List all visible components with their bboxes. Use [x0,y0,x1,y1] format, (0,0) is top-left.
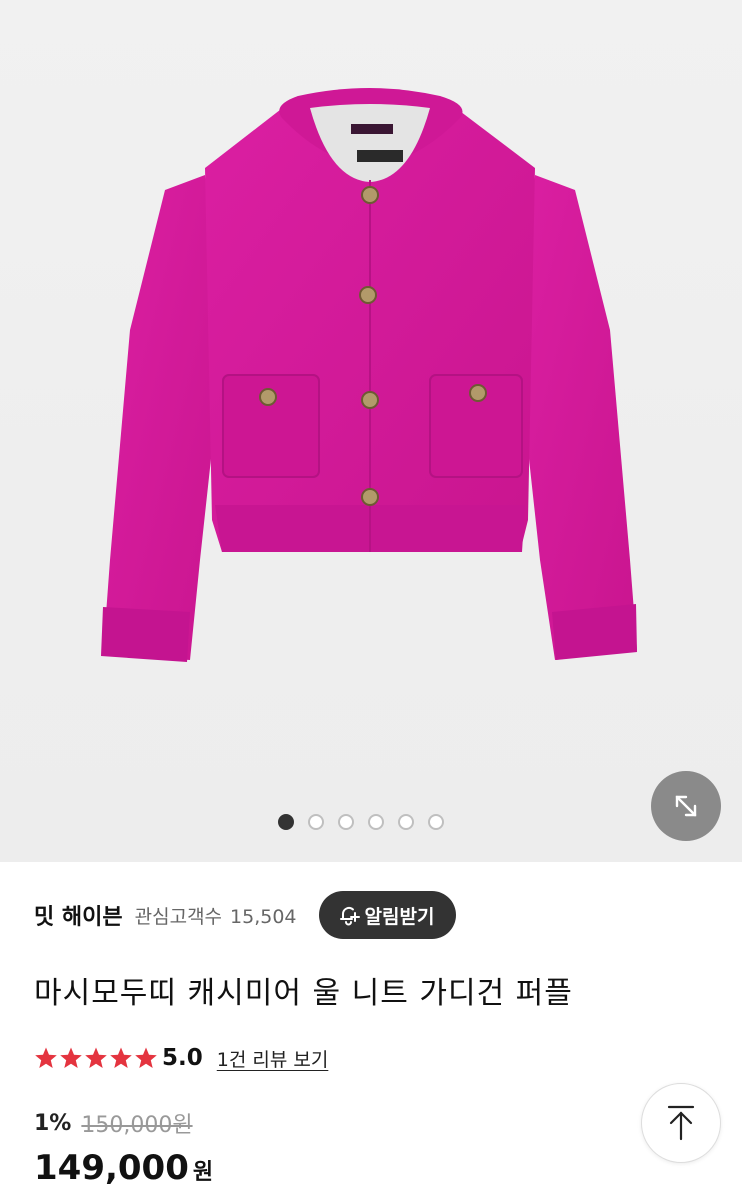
original-price: 150,000원 [81,1113,193,1138]
star-icon [135,1047,157,1068]
alarm-label: 알림받기 [364,905,435,928]
star-icon [60,1047,82,1068]
slide-dot[interactable] [338,814,354,830]
star-icon [35,1047,57,1068]
slide-indicator [278,814,444,830]
product-image [101,88,637,662]
product-image-gallery[interactable] [0,0,742,862]
sale-price: 149,000 [34,1148,189,1188]
slide-dot[interactable] [398,814,414,830]
star-rating [34,1046,158,1070]
rating-value: 5.0 [162,1045,203,1071]
scroll-to-top-button[interactable] [641,1083,721,1163]
discount-rate: 1% [34,1110,72,1136]
discount-row: 1% 150,000원 [34,1107,193,1139]
watchers: 관심고객수 15,504 [135,902,297,929]
star-icon [110,1047,132,1068]
slide-dot[interactable] [428,814,444,830]
seller-name[interactable]: 밋 해이븐 [34,899,123,931]
product-title: 마시모두띠 캐시미어 울 니트 가디건 퍼플 [34,976,573,1011]
watchers-label: 관심고객수 [134,905,223,928]
price-row: 149,000 원 [34,1148,213,1188]
alarm-button[interactable]: 알림받기 [318,891,457,939]
watchers-count: 15,504 [230,905,297,928]
star-icon [85,1047,107,1068]
rating-row: 5.0 1건 리뷰 보기 [34,1041,328,1075]
expand-icon [675,795,697,817]
arrow-up-icon [667,1105,695,1141]
bell-plus-icon [339,906,360,926]
seller-row: 밋 해이븐 관심고객수 15,504 알림받기 [34,890,742,940]
review-link[interactable]: 1건 리뷰 보기 [217,1045,329,1072]
slide-dot[interactable] [308,814,324,830]
price-unit: 원 [192,1160,214,1185]
slide-dot[interactable] [368,814,384,830]
slide-dot[interactable] [278,814,294,830]
expand-image-button[interactable] [651,771,721,841]
